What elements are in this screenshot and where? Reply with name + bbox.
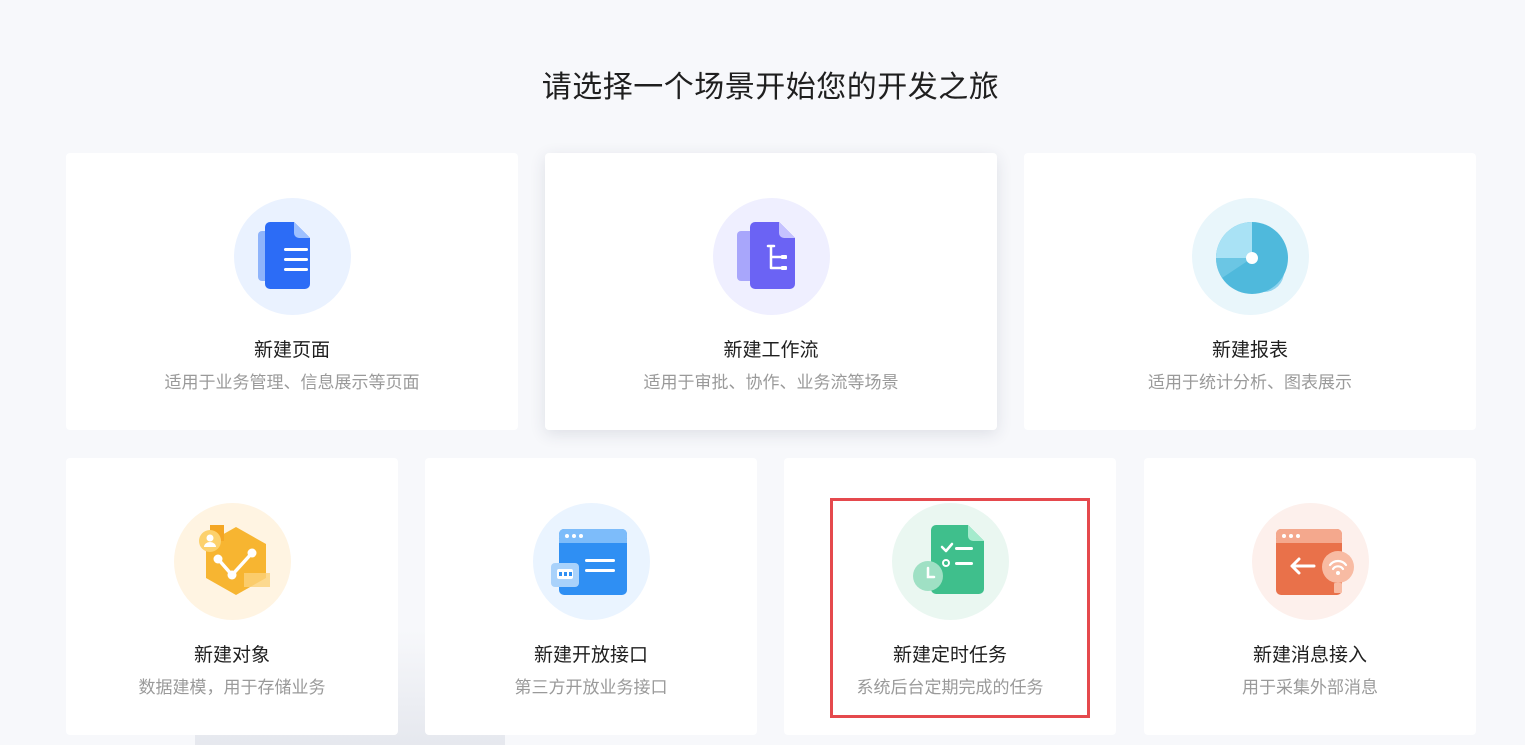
data-object-icon xyxy=(174,503,291,620)
api-interface-icon xyxy=(533,503,650,620)
scene-selection-page: 请选择一个场景开始您的开发之旅 新建页面 适用于业务管理、信息展示等页面 新建工… xyxy=(0,0,1525,745)
card-new-scheduled-task[interactable]: 新建定时任务 系统后台定期完成的任务 xyxy=(784,458,1116,735)
card-new-object[interactable]: 新建对象 数据建模，用于存储业务 xyxy=(66,458,398,735)
page-title: 请选择一个场景开始您的开发之旅 xyxy=(541,70,1000,105)
workflow-icon xyxy=(713,198,830,315)
card-description: 第三方开放业务接口 xyxy=(514,678,668,698)
card-title: 新建报表 xyxy=(1211,339,1288,361)
card-title: 新建页面 xyxy=(253,339,330,361)
document-icon xyxy=(234,198,351,315)
card-title: 新建工作流 xyxy=(723,339,819,361)
card-description: 数据建模，用于存储业务 xyxy=(138,678,326,698)
card-description: 适用于业务管理、信息展示等页面 xyxy=(164,373,420,393)
card-title: 新建开放接口 xyxy=(533,644,648,666)
card-description: 适用于统计分析、图表展示 xyxy=(1148,373,1352,393)
card-title: 新建消息接入 xyxy=(1252,644,1367,666)
card-title: 新建定时任务 xyxy=(892,644,1007,666)
message-inbound-icon xyxy=(1252,503,1369,620)
card-title: 新建对象 xyxy=(193,644,270,666)
scheduled-task-icon xyxy=(892,503,1009,620)
card-new-workflow[interactable]: 新建工作流 适用于审批、协作、业务流等场景 xyxy=(545,153,997,430)
pie-chart-icon xyxy=(1192,198,1309,315)
card-new-page[interactable]: 新建页面 适用于业务管理、信息展示等页面 xyxy=(66,153,518,430)
card-new-message-inbound[interactable]: 新建消息接入 用于采集外部消息 xyxy=(1144,458,1476,735)
card-description: 系统后台定期完成的任务 xyxy=(856,678,1044,698)
card-description: 用于采集外部消息 xyxy=(1242,678,1378,698)
card-new-report[interactable]: 新建报表 适用于统计分析、图表展示 xyxy=(1024,153,1476,430)
card-description: 适用于审批、协作、业务流等场景 xyxy=(643,373,899,393)
card-new-open-api[interactable]: 新建开放接口 第三方开放业务接口 xyxy=(425,458,757,735)
